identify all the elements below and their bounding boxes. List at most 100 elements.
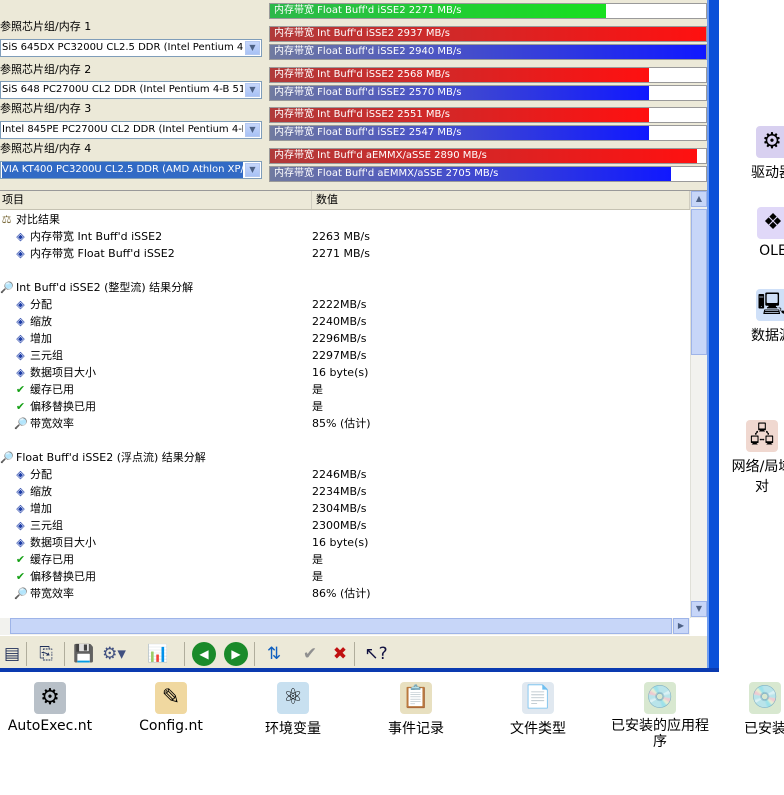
item-name: 缩放 — [30, 315, 52, 328]
item-value: 2271 MB/s — [312, 247, 370, 260]
item-name: 带宽效率 — [30, 417, 74, 430]
desktop-icon-label: 文件类型 — [510, 721, 566, 737]
info-diamond-icon: ◈ — [16, 468, 25, 481]
bar-text: 内存带宽 Int Buff'd iSSE2 2551 MB/s — [274, 109, 450, 120]
item-name: 内存带宽 Int Buff'd iSSE2 — [30, 230, 163, 243]
reference-chipset-combo-4[interactable]: VIA KT400 PC3200U CL2.5 DDR (AMD Athlon … — [0, 161, 262, 179]
bandwidth-bar: 内存带宽 Float Buff'd iSSE2 2570 MB/s — [269, 85, 707, 101]
chevron-down-icon[interactable]: ▼ — [245, 41, 260, 55]
check-icon: ✔ — [15, 400, 26, 413]
desktop-icon-label: 已安装的应用程序 — [611, 718, 709, 750]
bandwidth-bar: 内存带宽 Float Buff'd iSSE2 2940 MB/s — [269, 44, 707, 60]
item-name: Int Buff'd iSSE2 (整型流) 结果分解 — [16, 281, 194, 294]
cancel-icon[interactable]: ✖ — [328, 642, 352, 666]
item-name: 缩放 — [30, 485, 52, 498]
info-diamond-icon: ◈ — [16, 247, 25, 260]
column-header-value[interactable]: 数值 — [312, 191, 690, 209]
item-name: 增加 — [30, 332, 52, 345]
item-value: 85% (估计) — [312, 417, 371, 430]
item-name: 分配 — [30, 468, 52, 481]
combo-value: SiS 645DX PC3200U CL2.5 DDR (Intel Penti… — [2, 42, 243, 53]
desktop-icon-network[interactable]: 🖧 网络/局域 对 — [722, 420, 784, 496]
toolbar-separator — [354, 642, 355, 666]
installed-icon: 💿 — [749, 682, 781, 714]
reference-chipset-combo-3[interactable]: Intel 845PE PC2700U CL2 DDR (Intel Penti… — [0, 121, 262, 139]
toolbar-separator — [26, 642, 27, 666]
item-value: 是 — [312, 383, 323, 396]
item-name: 三元组 — [30, 519, 63, 532]
desktop-icon-installed-apps[interactable]: 💿 已安装的应用程序 — [600, 682, 720, 750]
combo-value: VIA KT400 PC3200U CL2.5 DDR (AMD Athlon … — [2, 162, 243, 178]
apply-icon[interactable]: ✔ — [298, 642, 322, 666]
window-border — [707, 0, 719, 672]
item-value: 2296MB/s — [312, 332, 367, 345]
reference-chipset-combo-1[interactable]: SiS 645DX PC3200U CL2.5 DDR (Intel Penti… — [0, 39, 262, 57]
bandwidth-bar: 内存带宽 Int Buff'd aEMMX/aSSE 2890 MB/s — [269, 148, 707, 164]
check-icon: ✔ — [15, 553, 26, 566]
bandwidth-bar: 内存带宽 Int Buff'd iSSE2 2551 MB/s — [269, 107, 707, 123]
scroll-down-button[interactable]: ▼ — [691, 601, 707, 617]
env-vars-icon: ⚛ — [277, 682, 309, 714]
desktop-icon-config[interactable]: ✎ Config.nt — [111, 682, 231, 734]
chevron-down-icon[interactable]: ▼ — [245, 163, 260, 177]
desktop-icon-label: 环境变量 — [265, 721, 321, 737]
combo-value: Intel 845PE PC2700U CL2 DDR (Intel Penti… — [2, 124, 243, 135]
item-value: 16 byte(s) — [312, 536, 369, 549]
chevron-down-icon[interactable]: ▼ — [245, 83, 260, 97]
whats-this-icon[interactable]: ↖? — [364, 642, 388, 666]
compare-result-icon: ⚖ — [1, 213, 12, 226]
scroll-thumb[interactable] — [10, 618, 672, 634]
desktop-icon-label: Config.nt — [139, 718, 203, 734]
report-icon[interactable]: ▤ — [0, 642, 24, 666]
scroll-up-button[interactable]: ▲ — [691, 191, 707, 207]
chart-dropdown-icon[interactable]: 📊▾ — [146, 642, 170, 672]
copy-icon[interactable]: ⎘ — [34, 642, 58, 666]
desktop-icon-autoexec[interactable]: ⚙ AutoExec.nt — [0, 682, 110, 734]
item-value: 2263 MB/s — [312, 230, 370, 243]
magnifier-icon: 🔎 — [0, 281, 14, 294]
desktop-icon-label: AutoExec.nt — [7, 718, 93, 734]
scroll-thumb[interactable] — [691, 209, 707, 355]
window-border-bottom — [0, 668, 719, 672]
bar-text: 内存带宽 Float Buff'd iSSE2 2271 MB/s — [274, 5, 462, 16]
toolbar-separator — [184, 642, 185, 666]
info-diamond-icon: ◈ — [16, 366, 25, 379]
desktop-icon-drivers[interactable]: ⚙ 驱动器 — [742, 126, 784, 182]
desktop-icon-file-types[interactable]: 📄 文件类型 — [478, 682, 598, 738]
scroll-right-button[interactable]: ▶ — [673, 618, 689, 634]
drivers-icon: ⚙ — [756, 126, 784, 158]
forward-icon[interactable]: ▶ — [224, 642, 248, 666]
chevron-down-icon[interactable]: ▼ — [245, 123, 260, 137]
file-types-icon: 📄 — [522, 682, 554, 714]
bandwidth-bar: 内存带宽 Float Buff'd iSSE2 2271 MB/s — [269, 3, 707, 19]
magnifier-icon: 🔎 — [0, 451, 14, 464]
info-diamond-icon: ◈ — [16, 485, 25, 498]
desktop-icon-ole[interactable]: ❖ OLE — [748, 207, 784, 259]
desktop-icon-event-log[interactable]: 📋 事件记录 — [356, 682, 476, 738]
bar-text: 内存带宽 Float Buff'd iSSE2 2547 MB/s — [274, 127, 462, 138]
reference-chipset-label-3: 参照芯片组/内存 3 — [0, 102, 92, 115]
back-icon[interactable]: ◀ — [192, 642, 216, 666]
info-diamond-icon: ◈ — [16, 332, 25, 345]
bar-text: 内存带宽 Float Buff'd aEMMX/aSSE 2705 MB/s — [274, 168, 499, 179]
item-value: 16 byte(s) — [312, 366, 369, 379]
options-dropdown-icon[interactable]: ⚙▾ — [102, 642, 126, 666]
results-list[interactable]: 项目 数值 ⚖ 对比结果 ◈ 内存带宽 Int Buff'd iSSE2 2263 MB… — [0, 190, 708, 636]
item-value: 是 — [312, 570, 323, 583]
item-value: 2234MB/s — [312, 485, 367, 498]
item-name: 内存带宽 Float Buff'd iSSE2 — [30, 247, 175, 260]
vertical-scrollbar[interactable]: ▲ ▼ — [690, 191, 708, 618]
item-name: 增加 — [30, 502, 52, 515]
item-name: 带宽效率 — [30, 587, 74, 600]
desktop-icon-installed[interactable]: 💿 已安装 — [705, 682, 784, 738]
desktop-icon-datasource[interactable]: 🖳 数据源 — [742, 289, 784, 345]
toolbar-separator — [254, 642, 255, 666]
refresh-icon[interactable]: ⇅ — [262, 642, 286, 666]
column-header-item[interactable]: 项目 — [0, 191, 312, 209]
magnifier-icon: 🔎 — [14, 587, 28, 600]
reference-chipset-combo-2[interactable]: SiS 648 PC2700U CL2 DDR (Intel Pentium 4… — [0, 81, 262, 99]
save-icon[interactable]: 💾 — [72, 642, 96, 666]
desktop-icon-env-vars[interactable]: ⚛ 环境变量 — [233, 682, 353, 738]
horizontal-scrollbar[interactable]: ▶ — [0, 618, 690, 635]
desktop-icon-label: 已安装 — [744, 721, 784, 737]
